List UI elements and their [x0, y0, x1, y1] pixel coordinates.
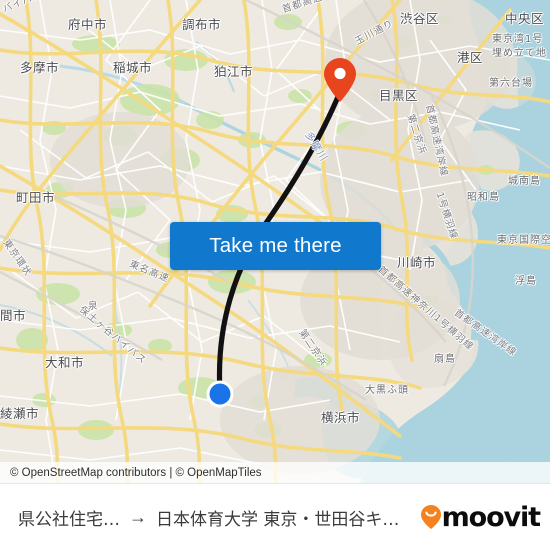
- moovit-wordmark: moovit: [441, 501, 542, 533]
- origin-location-dot: [206, 380, 234, 408]
- trip-origin-label: 県公社住宅…: [18, 509, 120, 530]
- moovit-pin-icon: [420, 505, 441, 529]
- map-canvas[interactable]: 府中市 調布市 渋谷区 中央区 稲城市 多摩市 狛江市 港区 目黒区 町田市 川崎市 大和市 綾瀬市 横浜…: [0, 0, 550, 483]
- trip-summary[interactable]: 県公社住宅… → 日本体育大学 東京・世田谷キャンパ…: [18, 505, 414, 530]
- moovit-logo[interactable]: moovit: [420, 501, 542, 533]
- map-attribution-text[interactable]: © OpenStreetMap contributors | © OpenMap…: [10, 467, 262, 479]
- trip-footer: 県公社住宅… → 日本体育大学 東京・世田谷キャンパ… moovit: [0, 483, 550, 550]
- moovit-trip-map-screen: 府中市 調布市 渋谷区 中央区 稲城市 多摩市 狛江市 港区 目黒区 町田市 川崎市 大和市 綾瀬市 横浜…: [0, 0, 550, 550]
- map-attribution-bar: © OpenStreetMap contributors | © OpenMap…: [0, 462, 550, 483]
- arrow-right-icon: →: [129, 507, 147, 527]
- take-me-there-label: Take me there: [209, 234, 342, 257]
- take-me-there-button[interactable]: Take me there: [170, 222, 381, 270]
- trip-destination-label: 日本体育大学 東京・世田谷キャンパ…: [156, 509, 414, 530]
